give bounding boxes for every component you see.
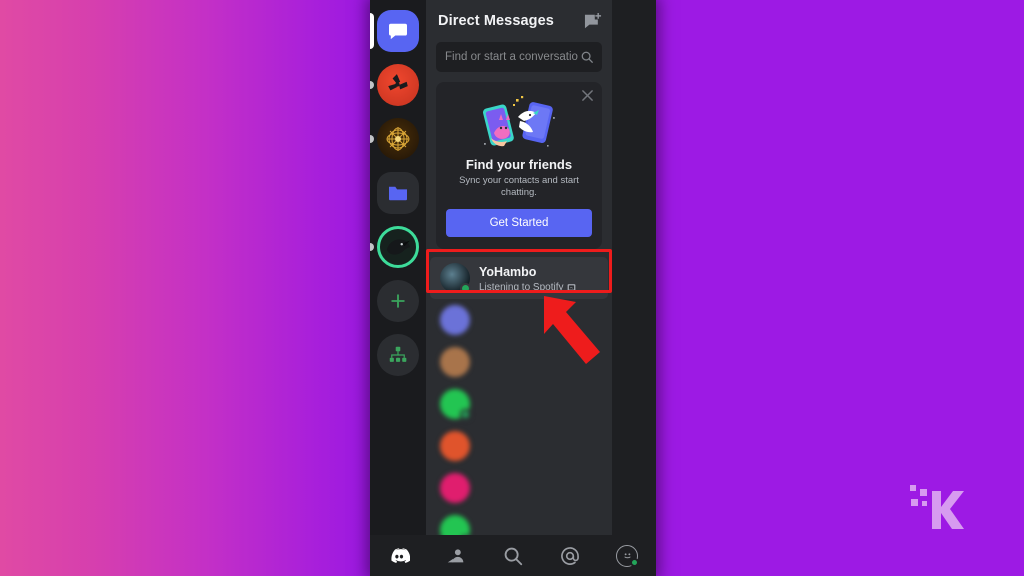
sidebar-item-server-gold[interactable]	[370, 112, 426, 166]
friends-icon	[447, 548, 464, 562]
discord-home-tab[interactable]	[370, 545, 427, 567]
background-solid-right	[652, 0, 1024, 576]
compass-icon	[389, 346, 407, 362]
list-item[interactable]	[430, 467, 608, 509]
server-icon-orb	[386, 127, 410, 151]
server-folder-button[interactable]	[377, 172, 419, 214]
red-arrow-pointing-to-yohambo	[544, 296, 600, 364]
search-input[interactable]: Find or start a conversatio	[436, 42, 602, 72]
server-avatar-gold[interactable]	[377, 118, 419, 160]
unread-indicator-pill	[370, 135, 374, 143]
close-icon[interactable]	[581, 89, 594, 102]
online-status-dot	[460, 408, 471, 420]
search-tab[interactable]	[484, 545, 541, 567]
at-mention-icon	[561, 546, 580, 565]
list-item[interactable]	[430, 383, 608, 425]
get-started-button[interactable]: Get Started	[446, 208, 592, 237]
find-friends-title: Find your friends	[465, 157, 573, 172]
chat-bubble-icon	[389, 23, 407, 40]
avatar	[440, 346, 470, 377]
highlight-box-yohambo	[426, 249, 612, 293]
sidebar-item-explore-servers[interactable]	[370, 328, 426, 382]
add-server-button[interactable]	[377, 280, 419, 322]
active-indicator-pill	[370, 13, 374, 49]
bottom-navigation-bar	[370, 535, 656, 576]
sidebar-item-server-red[interactable]	[370, 58, 426, 112]
server-icon-crow	[386, 239, 411, 255]
user-avatar-icon	[616, 544, 640, 567]
avatar	[440, 472, 470, 503]
find-friends-subtitle: Sync your contacts and start chatting.	[459, 175, 579, 198]
find-friends-illustration	[446, 92, 592, 154]
explore-servers-button[interactable]	[377, 334, 419, 376]
find-friends-card: Find your friends Sync your contacts and…	[436, 82, 602, 249]
folder-icon	[389, 186, 407, 201]
phone-screenshot: Direct Messages Find or start a conversa…	[370, 0, 656, 576]
search-icon	[504, 547, 523, 565]
server-avatar-crow[interactable]	[377, 226, 419, 268]
page-title: Direct Messages	[438, 13, 554, 29]
dm-header: Direct Messages	[426, 0, 612, 42]
direct-messages-button[interactable]	[377, 10, 419, 52]
server-icon-fan	[388, 74, 408, 91]
sidebar-item-server-green-ring[interactable]	[370, 220, 426, 274]
list-item[interactable]	[430, 425, 608, 467]
friends-tab[interactable]	[427, 545, 484, 567]
server-avatar-red[interactable]	[377, 64, 419, 106]
search-container: Find or start a conversatio	[426, 42, 612, 72]
server-rail	[370, 0, 426, 535]
avatar	[440, 388, 471, 420]
plus-icon	[391, 294, 405, 308]
sidebar-item-direct-messages[interactable]	[370, 4, 426, 58]
online-status-dot	[630, 557, 640, 567]
avatar	[440, 304, 470, 335]
new-message-icon[interactable]	[584, 12, 602, 30]
unread-indicator-pill	[370, 243, 374, 251]
search-placeholder: Find or start a conversatio	[445, 51, 578, 63]
sidebar-item-folder[interactable]	[370, 166, 426, 220]
profile-tab[interactable]	[599, 544, 656, 567]
search-icon	[581, 51, 593, 63]
sidebar-item-add-server[interactable]	[370, 274, 426, 328]
avatar	[440, 430, 470, 461]
knowtechie-watermark	[908, 475, 966, 536]
discord-logo-icon	[391, 547, 410, 563]
unread-indicator-pill	[370, 81, 374, 89]
background-gradient-left	[0, 0, 372, 576]
mentions-tab[interactable]	[542, 545, 599, 567]
